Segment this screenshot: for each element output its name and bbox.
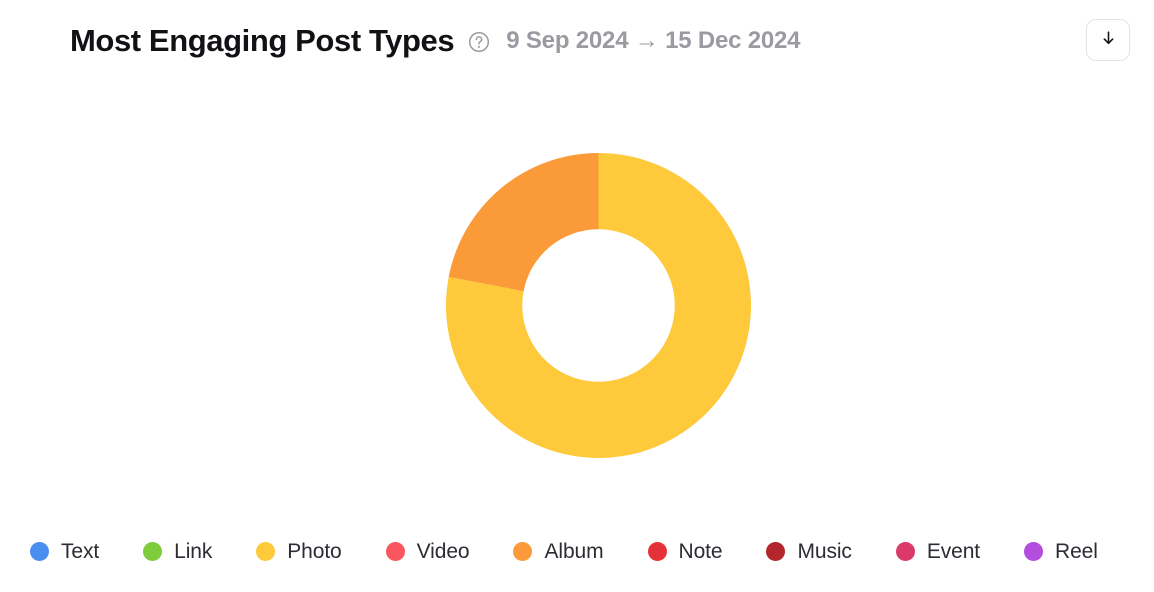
donut-chart-svg — [445, 153, 751, 459]
legend-color-dot — [30, 541, 49, 561]
legend-item-label: Music — [797, 539, 852, 563]
legend-item-reel[interactable]: Reel — [1024, 541, 1098, 562]
legend-color-dot — [895, 541, 915, 561]
legend-item-note[interactable]: Note — [647, 539, 723, 563]
download-button[interactable] — [1086, 19, 1130, 61]
legend-item-video[interactable]: Video — [385, 539, 470, 563]
legend-color-dot — [385, 541, 405, 561]
legend-item-link[interactable]: Link — [143, 541, 212, 562]
legend-item-label: Link — [174, 539, 213, 563]
legend-item-label: Event — [926, 539, 981, 563]
download-arrow-icon — [1099, 29, 1118, 51]
legend-item-text[interactable]: Text — [30, 541, 99, 562]
legend-item-photo[interactable]: Photo — [256, 539, 342, 563]
legend-item-label: Video — [416, 539, 470, 563]
legend-color-dot — [1024, 541, 1044, 561]
most-engaging-post-types-card: Most Engaging Post Types 9 Sep 2024 → 15… — [0, 0, 1154, 592]
donut-chart — [445, 153, 751, 459]
legend-item-event[interactable]: Event — [895, 539, 981, 563]
donut-slice-group — [445, 153, 751, 459]
title-group: Most Engaging Post Types 9 Sep 2024 → 15… — [70, 25, 1086, 56]
legend-item-music[interactable]: Music — [766, 539, 852, 563]
legend-color-dot — [143, 541, 163, 561]
legend-color-dot — [513, 541, 533, 561]
legend-item-label: Photo — [287, 539, 342, 563]
chart-legend: Text Link Photo Video Album Note Music Event Ree… — [0, 510, 1154, 592]
question-mark-circle-icon[interactable] — [468, 31, 490, 53]
legend-color-dot — [766, 541, 786, 561]
card-header: Most Engaging Post Types 9 Sep 2024 → 15… — [0, 0, 1154, 80]
date-range-label: 9 Sep 2024 → 15 Dec 2024 — [506, 27, 801, 54]
legend-color-dot — [256, 541, 276, 561]
legend-color-dot — [647, 541, 667, 561]
page-title: Most Engaging Post Types — [70, 22, 455, 58]
chart-area — [0, 80, 1154, 510]
legend-item-album[interactable]: Album — [513, 539, 604, 563]
legend-item-label: Reel — [1055, 539, 1098, 563]
donut-slice-album[interactable] — [448, 153, 599, 292]
legend-item-label: Note — [678, 539, 723, 563]
legend-item-label: Album — [544, 539, 604, 563]
legend-item-label: Text — [61, 539, 100, 563]
